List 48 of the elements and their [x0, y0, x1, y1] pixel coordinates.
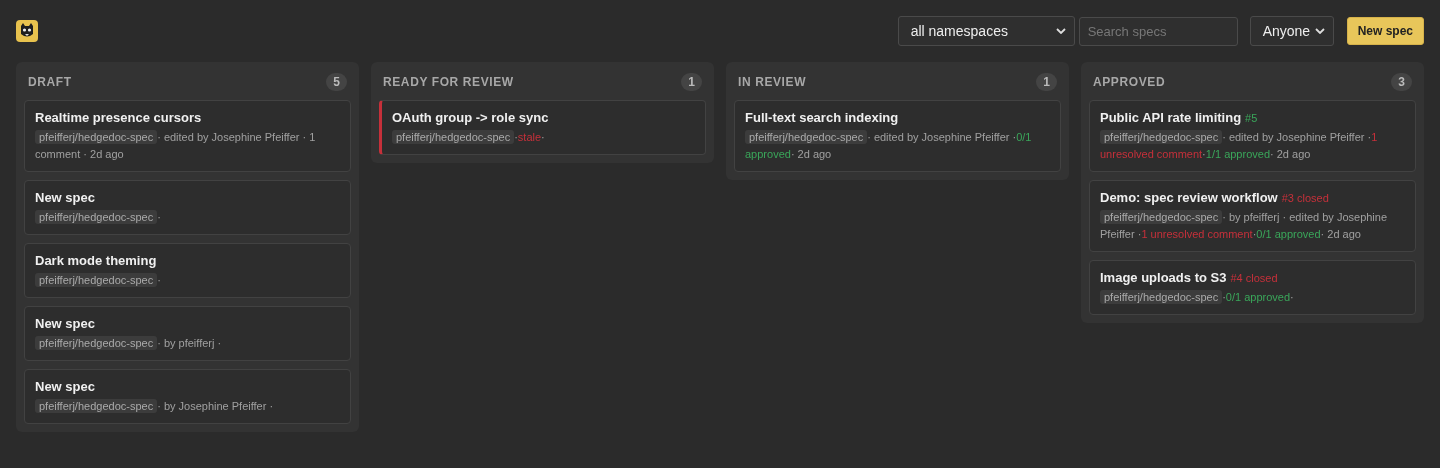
spec-card[interactable]: New spec pfeifferj/hedgedoc-spec · by Josephine Pfeiffer ·: [24, 369, 351, 424]
card-title: Image uploads to S3: [1100, 270, 1227, 285]
new-spec-button[interactable]: New spec: [1346, 17, 1424, 45]
issue-number: #3 closed: [1281, 192, 1329, 204]
card-meta: pfeifferj/hedgedoc-spec ·stale·: [392, 129, 695, 146]
spec-card[interactable]: Full-text search indexing pfeifferj/hedgedoc-spec · edited by Josephine Pfeiffer ·0/1 approved· 2d ago: [734, 100, 1061, 172]
card-meta: pfeifferj/hedgedoc-spec ·: [35, 209, 340, 226]
namespace-dropdown[interactable]: all namespaces: [897, 16, 1075, 46]
count-badge: 1: [681, 73, 702, 91]
card-title: Dark mode theming: [35, 253, 157, 268]
count-badge: 5: [326, 73, 347, 91]
column-title: APPROVED: [1093, 75, 1166, 89]
spec-card[interactable]: Public API rate limiting #5 pfeifferj/hedgedoc-spec · edited by Josephine Pfeiffer ·1 unresolved comment·1/1 approved· 2d ago: [1089, 100, 1416, 172]
card-title: Realtime presence cursors: [35, 110, 202, 125]
column-title: IN REVIEW: [738, 75, 807, 89]
card-title: New spec: [35, 379, 95, 394]
card-title: Public API rate limiting: [1100, 110, 1242, 125]
card-title: Full-text search indexing: [745, 110, 899, 125]
count-badge: 1: [1036, 73, 1057, 91]
spec-card[interactable]: New spec pfeifferj/hedgedoc-spec ·: [24, 180, 351, 235]
issue-number: #5: [1245, 112, 1258, 124]
search-field[interactable]: Search specs: [1078, 16, 1238, 46]
card-meta: pfeifferj/hedgedoc-spec ·: [35, 272, 340, 289]
issue-number: #4 closed: [1230, 272, 1278, 284]
spec-card[interactable]: New spec pfeifferj/hedgedoc-spec · by pfeifferj ·: [24, 306, 351, 361]
card-title: New spec: [35, 190, 95, 205]
spec-card[interactable]: OAuth group -> role sync pfeifferj/hedgedoc-spec ·stale·: [379, 100, 706, 155]
card-meta: pfeifferj/hedgedoc-spec · by Josephine Pfeiffer ·: [35, 398, 340, 415]
chevron-down-icon: [1314, 28, 1325, 34]
card-meta: pfeifferj/hedgedoc-spec ·0/1 approved·: [1100, 289, 1405, 306]
card-title: OAuth group -> role sync: [392, 110, 549, 125]
spec-card[interactable]: Realtime presence cursors pfeifferj/hedgedoc-spec · edited by Josephine Pfeiffer · 1 comment · 2d ago: [24, 100, 351, 172]
card-title: New spec: [35, 316, 95, 331]
spec-card[interactable]: Demo: spec review workflow #3 closed pfeifferj/hedgedoc-spec · by pfeifferj · edited by Josephine Pfeiffer ·1 unresolved comment·0/1 approved· 2d ago: [1089, 180, 1416, 252]
cat-logo-icon: [16, 20, 38, 42]
card-meta: pfeifferj/hedgedoc-spec · by pfeifferj · edited by Josephine Pfeiffer ·1 unresolved comment·0/1 approved· 2d ago: [1100, 209, 1389, 242]
column-title: READY FOR REVIEW: [383, 75, 514, 89]
count-badge: 3: [1391, 73, 1412, 91]
column-title: DRAFT: [28, 75, 72, 89]
card-meta: pfeifferj/hedgedoc-spec · by pfeifferj ·: [35, 335, 340, 352]
card-meta: pfeifferj/hedgedoc-spec · edited by Josephine Pfeiffer ·0/1 approved· 2d ago: [745, 129, 1033, 162]
chevron-down-icon: [1055, 28, 1066, 34]
card-meta: pfeifferj/hedgedoc-spec · edited by Josephine Pfeiffer ·1 unresolved comment·1/1 approved· 2d ago: [1100, 129, 1379, 162]
author-dropdown[interactable]: Anyone: [1249, 16, 1334, 46]
spec-card[interactable]: Dark mode theming pfeifferj/hedgedoc-spec ·: [24, 243, 351, 298]
spec-card[interactable]: Image uploads to S3 #4 closed pfeifferj/hedgedoc-spec ·0/1 approved·: [1089, 260, 1416, 315]
card-title: Demo: spec review workflow: [1100, 190, 1278, 205]
card-meta: pfeifferj/hedgedoc-spec · edited by Josephine Pfeiffer · 1 comment · 2d ago: [35, 129, 317, 162]
